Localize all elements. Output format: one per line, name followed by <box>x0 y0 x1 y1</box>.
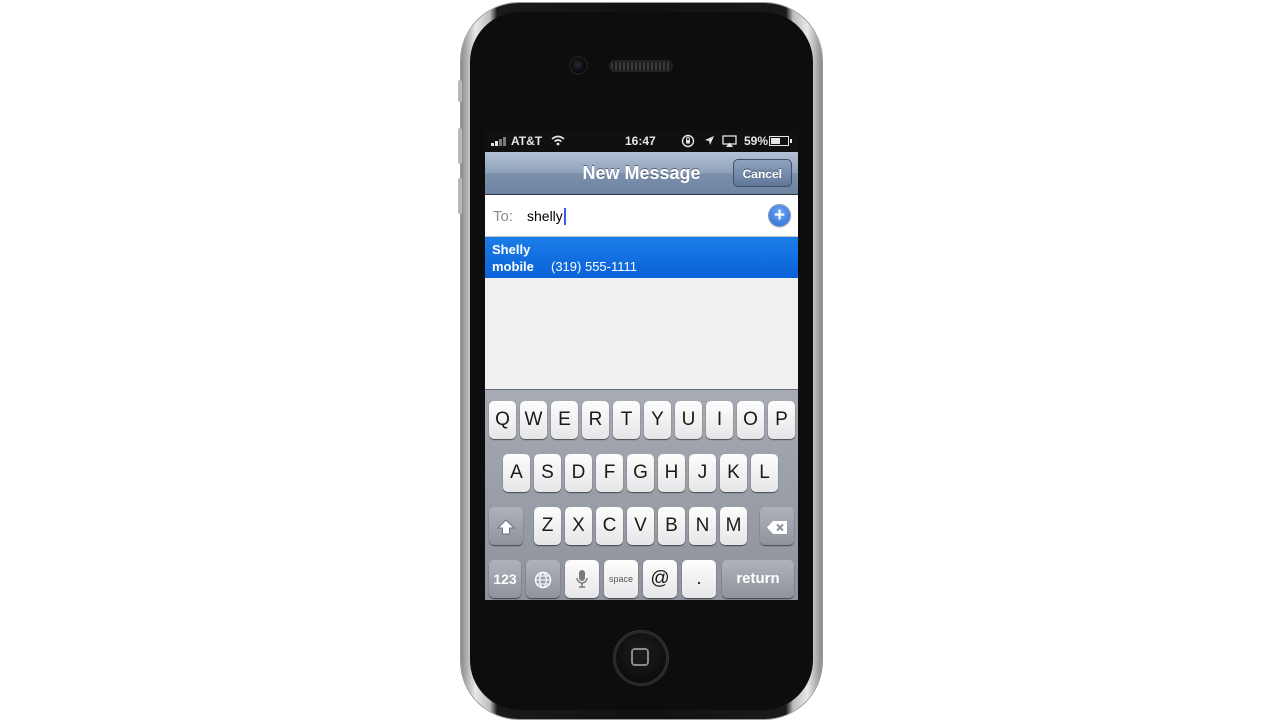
period-key[interactable]: . <box>682 560 716 598</box>
carrier-label: AT&T <box>511 134 543 148</box>
volume-down-button <box>458 178 462 214</box>
to-label: To: <box>493 208 514 225</box>
shift-icon <box>496 519 516 535</box>
clock: 16:47 <box>625 134 656 148</box>
home-button[interactable] <box>614 631 668 685</box>
battery-percent: 59% <box>744 134 769 148</box>
wifi-icon <box>551 135 565 146</box>
battery-fill <box>771 138 780 144</box>
front-camera <box>571 58 586 73</box>
key-y[interactable]: Y <box>644 401 671 439</box>
plus-circle-icon: + <box>773 205 786 226</box>
cancel-button[interactable]: Cancel <box>732 159 792 187</box>
microphone-icon <box>576 569 588 588</box>
home-square-icon <box>631 648 649 666</box>
recipient-input-text: shelly <box>527 208 563 224</box>
key-n[interactable]: N <box>689 507 716 545</box>
suggestion-phone-type: mobile <box>492 259 534 274</box>
suggestion-phone-number: (319) 555-1111 <box>551 259 638 274</box>
space-key[interactable]: space <box>604 560 638 598</box>
status-bar: AT&T 16:47 59% <box>485 130 798 152</box>
location-icon <box>705 136 714 145</box>
text-cursor <box>563 208 566 225</box>
key-c[interactable]: C <box>596 507 623 545</box>
phone-screen: AT&T 16:47 59% New Message Cancel To: sh… <box>485 130 798 600</box>
dictation-key[interactable] <box>565 560 599 598</box>
return-key[interactable]: return <box>722 560 794 598</box>
key-g[interactable]: G <box>627 454 654 492</box>
key-x[interactable]: X <box>565 507 592 545</box>
volume-up-button <box>458 128 462 164</box>
key-m[interactable]: M <box>720 507 747 545</box>
keyboard: Q W E R T Y U I O P A S D F G H J K L Z … <box>485 389 798 600</box>
key-i[interactable]: I <box>706 401 733 439</box>
add-contact-button[interactable]: + <box>769 205 790 226</box>
backspace-icon <box>767 520 787 534</box>
at-key[interactable]: @ <box>643 560 677 598</box>
key-k[interactable]: K <box>720 454 747 492</box>
key-f[interactable]: F <box>596 454 623 492</box>
key-v[interactable]: V <box>627 507 654 545</box>
battery-icon <box>769 136 789 146</box>
key-u[interactable]: U <box>675 401 702 439</box>
key-h[interactable]: H <box>658 454 685 492</box>
suggestion-list-background <box>485 278 798 389</box>
key-a[interactable]: A <box>503 454 530 492</box>
key-j[interactable]: J <box>689 454 716 492</box>
mute-switch <box>458 80 462 102</box>
suggestion-name: Shelly <box>492 242 531 257</box>
key-l[interactable]: L <box>751 454 778 492</box>
navigation-bar: New Message Cancel <box>485 152 798 195</box>
key-o[interactable]: O <box>737 401 764 439</box>
numbers-key[interactable]: 123 <box>489 560 521 598</box>
recipient-row: To: shelly + <box>485 195 798 237</box>
globe-icon <box>534 572 552 589</box>
key-p[interactable]: P <box>768 401 795 439</box>
contact-suggestion[interactable]: Shelly mobile (319) 555-1111 <box>485 237 798 278</box>
key-w[interactable]: W <box>520 401 547 439</box>
key-s[interactable]: S <box>534 454 561 492</box>
battery-tip <box>790 139 792 143</box>
key-e[interactable]: E <box>551 401 578 439</box>
earpiece-speaker <box>611 62 671 70</box>
globe-key[interactable] <box>526 560 560 598</box>
key-t[interactable]: T <box>613 401 640 439</box>
shift-key[interactable] <box>489 507 523 545</box>
key-r[interactable]: R <box>582 401 609 439</box>
backspace-key[interactable] <box>760 507 794 545</box>
rotation-lock-icon <box>681 134 695 148</box>
key-z[interactable]: Z <box>534 507 561 545</box>
signal-icon <box>491 136 511 146</box>
recipient-input[interactable]: shelly <box>527 208 757 225</box>
key-q[interactable]: Q <box>489 401 516 439</box>
airplay-icon <box>722 135 737 147</box>
key-b[interactable]: B <box>658 507 685 545</box>
key-d[interactable]: D <box>565 454 592 492</box>
